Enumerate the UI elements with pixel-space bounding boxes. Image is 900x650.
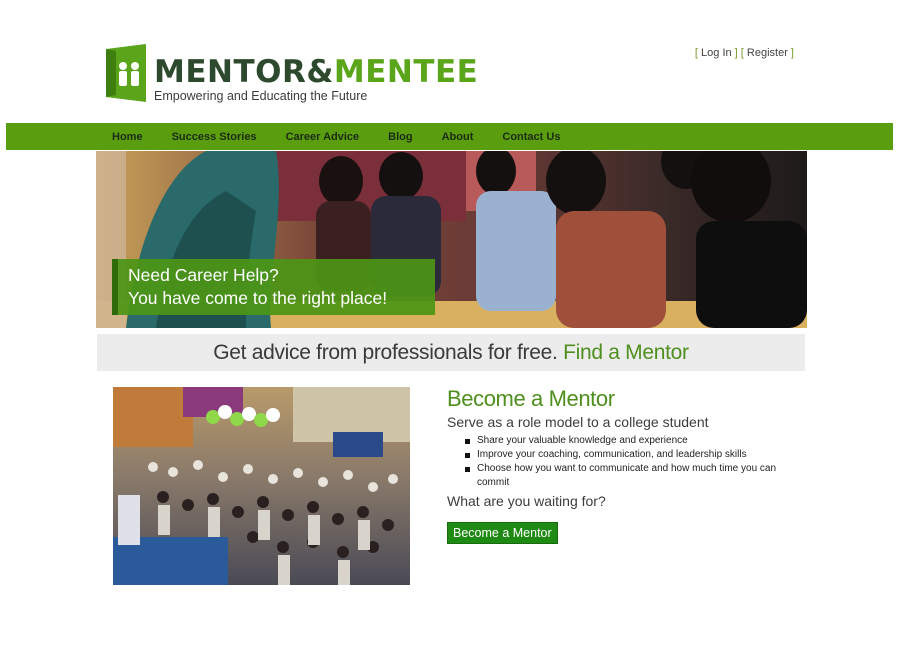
become-mentor-button[interactable]: Become a Mentor (447, 522, 558, 544)
benefits-list: Share your valuable knowledge and experi… (464, 434, 807, 490)
become-title: Become a Mentor (447, 386, 615, 411)
nav-success-stories[interactable]: Success Stories (172, 131, 257, 143)
become-mentor-section: Become a Mentor Serve as a role model to… (447, 385, 807, 544)
list-item: Choose how you want to communicate and h… (464, 462, 807, 490)
register-link[interactable]: Register (747, 47, 788, 59)
brand-name-part2: MENTEE (333, 54, 479, 90)
nav-contact-us[interactable]: Contact Us (502, 131, 560, 143)
brand-ampersand: & (306, 54, 334, 90)
login-link[interactable]: Log In (701, 47, 732, 59)
find-mentor-link[interactable]: Find a Mentor (563, 341, 689, 364)
hero-line-1: Need Career Help? (128, 265, 279, 285)
become-question: What are you waiting for? (447, 493, 606, 509)
brand-tagline: Empowering and Educating the Future (154, 89, 368, 103)
auth-links: [ Log In ] [ Register ] (694, 47, 794, 59)
people-door-icon (106, 44, 146, 102)
brand-name: MENTOR&MENTEE (154, 54, 478, 90)
main-nav: Home Success Stories Career Advice Blog … (6, 123, 893, 150)
nav-blog[interactable]: Blog (388, 131, 412, 143)
event-photo (113, 387, 410, 585)
list-item: Share your valuable knowledge and experi… (464, 434, 807, 448)
banner-text: Get advice from professionals for free. (213, 341, 558, 364)
become-subtitle: Serve as a role model to a college stude… (447, 414, 709, 430)
list-item: Improve your coaching, communication, an… (464, 448, 807, 462)
nav-home[interactable]: Home (112, 131, 143, 143)
hero-line-2: You have come to the right place! (128, 288, 388, 308)
nav-career-advice[interactable]: Career Advice (286, 131, 360, 143)
hero-callout: Need Career Help? You have come to the r… (112, 259, 435, 315)
hero-banner: Need Career Help? You have come to the r… (96, 151, 807, 328)
site-logo[interactable]: MENTOR&MENTEE Empowering and Educating t… (106, 44, 478, 103)
find-mentor-banner: Get advice from professionals for free. … (97, 334, 805, 371)
brand-name-part1: MENTOR (154, 54, 307, 90)
nav-about[interactable]: About (442, 131, 474, 143)
